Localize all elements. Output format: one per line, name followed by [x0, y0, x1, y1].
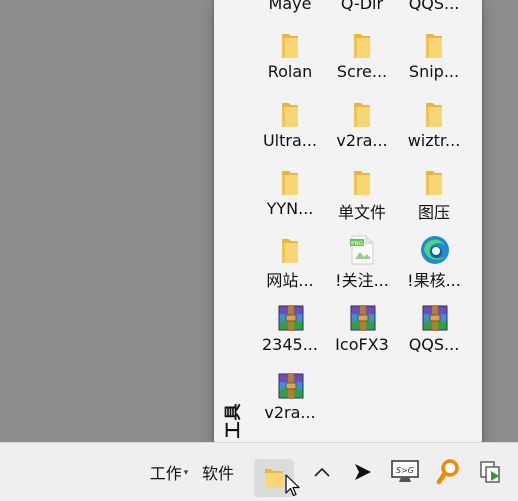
popup-item-label: QQS... [408, 335, 460, 354]
popup-item-label: IcoFX3 [335, 335, 389, 354]
popup-item[interactable]: QQS... [398, 297, 470, 365]
popup-item-label: wiztr... [407, 131, 461, 150]
png-file-icon: PNG [348, 235, 376, 265]
popup-item[interactable]: QQS... [398, 0, 470, 24]
popup-item-label: Snip... [408, 62, 460, 81]
toolbar-work[interactable]: 工作 ▾ [146, 443, 192, 501]
arrow-cursor-icon [355, 464, 371, 480]
winrar-archive-icon [420, 303, 448, 333]
toolbar-software[interactable]: 软件 [198, 443, 238, 501]
folder-icon [348, 167, 376, 197]
popup-item-label: v2ra... [336, 131, 388, 150]
popup-item-label: QQS... [408, 0, 460, 13]
popup-item-label: YYN... [266, 199, 314, 218]
popup-item-label: v2ra... [264, 403, 316, 422]
folder-icon [420, 167, 448, 197]
tray-screen-app[interactable]: S>G [388, 443, 422, 501]
popup-item-label: 图压 [417, 203, 450, 222]
screen-sg-icon: S>G [391, 460, 419, 482]
popup-item-label: Scre... [336, 62, 388, 81]
popup-item[interactable]: YYN... [254, 161, 326, 229]
popup-item-label: Rolan [267, 62, 313, 81]
folder-icon [348, 30, 376, 60]
folder-icon [276, 99, 304, 129]
popup-item[interactable]: Scre... [326, 24, 398, 92]
popup-item[interactable]: Maye [254, 0, 326, 24]
tray-arrow-app[interactable] [348, 443, 378, 501]
toolbar-software-label: 软件 [201, 464, 234, 483]
toolbar-work-label: 工作 [149, 464, 182, 483]
popup-title: 工具 [220, 398, 244, 442]
chevron-up-icon [314, 467, 330, 477]
popup-item[interactable]: wiztr... [398, 93, 470, 161]
toolbar-work-caret-icon: ▾ [183, 468, 189, 478]
folder-icon [348, 99, 376, 129]
popup-item-label: Ultra... [262, 131, 318, 150]
popup-item[interactable]: v2ra... [254, 365, 326, 433]
popup-title-text: 工具 [223, 402, 244, 438]
popup-item-label: 单文件 [337, 203, 386, 222]
edge-icon [420, 235, 449, 265]
winrar-archive-icon [348, 303, 376, 333]
folder-icon [420, 99, 448, 129]
popup-item[interactable]: PNG !关注... [326, 229, 398, 297]
popup-item[interactable]: 单文件 [326, 161, 398, 229]
popup-item[interactable]: 图压 [398, 161, 470, 229]
folder-icon [276, 30, 304, 60]
folder-icon [276, 235, 304, 265]
popup-item-label: !果核... [407, 271, 461, 290]
popup-item-label: 网站... [266, 271, 314, 290]
popup-item[interactable]: IcoFX3 [326, 297, 398, 365]
svg-text:S>G: S>G [396, 466, 414, 475]
popup-item-label: !关注... [335, 271, 389, 290]
tray-copy-app[interactable] [474, 443, 508, 501]
folder-icon [420, 30, 448, 60]
popup-item[interactable]: v2ra... [326, 93, 398, 161]
winrar-archive-icon [276, 371, 304, 401]
magnifier-icon [436, 459, 459, 485]
popup-item[interactable]: Q-Dir [326, 0, 398, 24]
folder-icon [265, 469, 283, 488]
tools-folder-popup: Maye Q-Dir QQS... Rolan Scre... Snip... Ultra.… [214, 0, 482, 448]
popup-item[interactable]: Rolan [254, 24, 326, 92]
taskbar: 工作 ▾ 软件 S>G [0, 442, 518, 501]
popup-item[interactable]: 网站... [254, 229, 326, 297]
popup-item[interactable]: !果核... [398, 229, 470, 297]
popup-item-label: Maye [268, 0, 312, 13]
popup-item-label: Q-Dir [340, 0, 384, 13]
show-hidden-icons-button[interactable] [308, 443, 336, 501]
copy-arrow-icon [480, 461, 500, 483]
mouse-pointer-icon [285, 474, 300, 497]
winrar-archive-icon [276, 303, 304, 333]
folder-icon [276, 167, 304, 197]
svg-text:PNG: PNG [351, 241, 363, 247]
popup-item[interactable]: Snip... [398, 24, 470, 92]
popup-item[interactable]: Ultra... [254, 93, 326, 161]
tray-search-app[interactable] [432, 443, 464, 501]
popup-item[interactable]: 2345... [254, 297, 326, 365]
popup-item-label: 2345... [262, 335, 318, 354]
